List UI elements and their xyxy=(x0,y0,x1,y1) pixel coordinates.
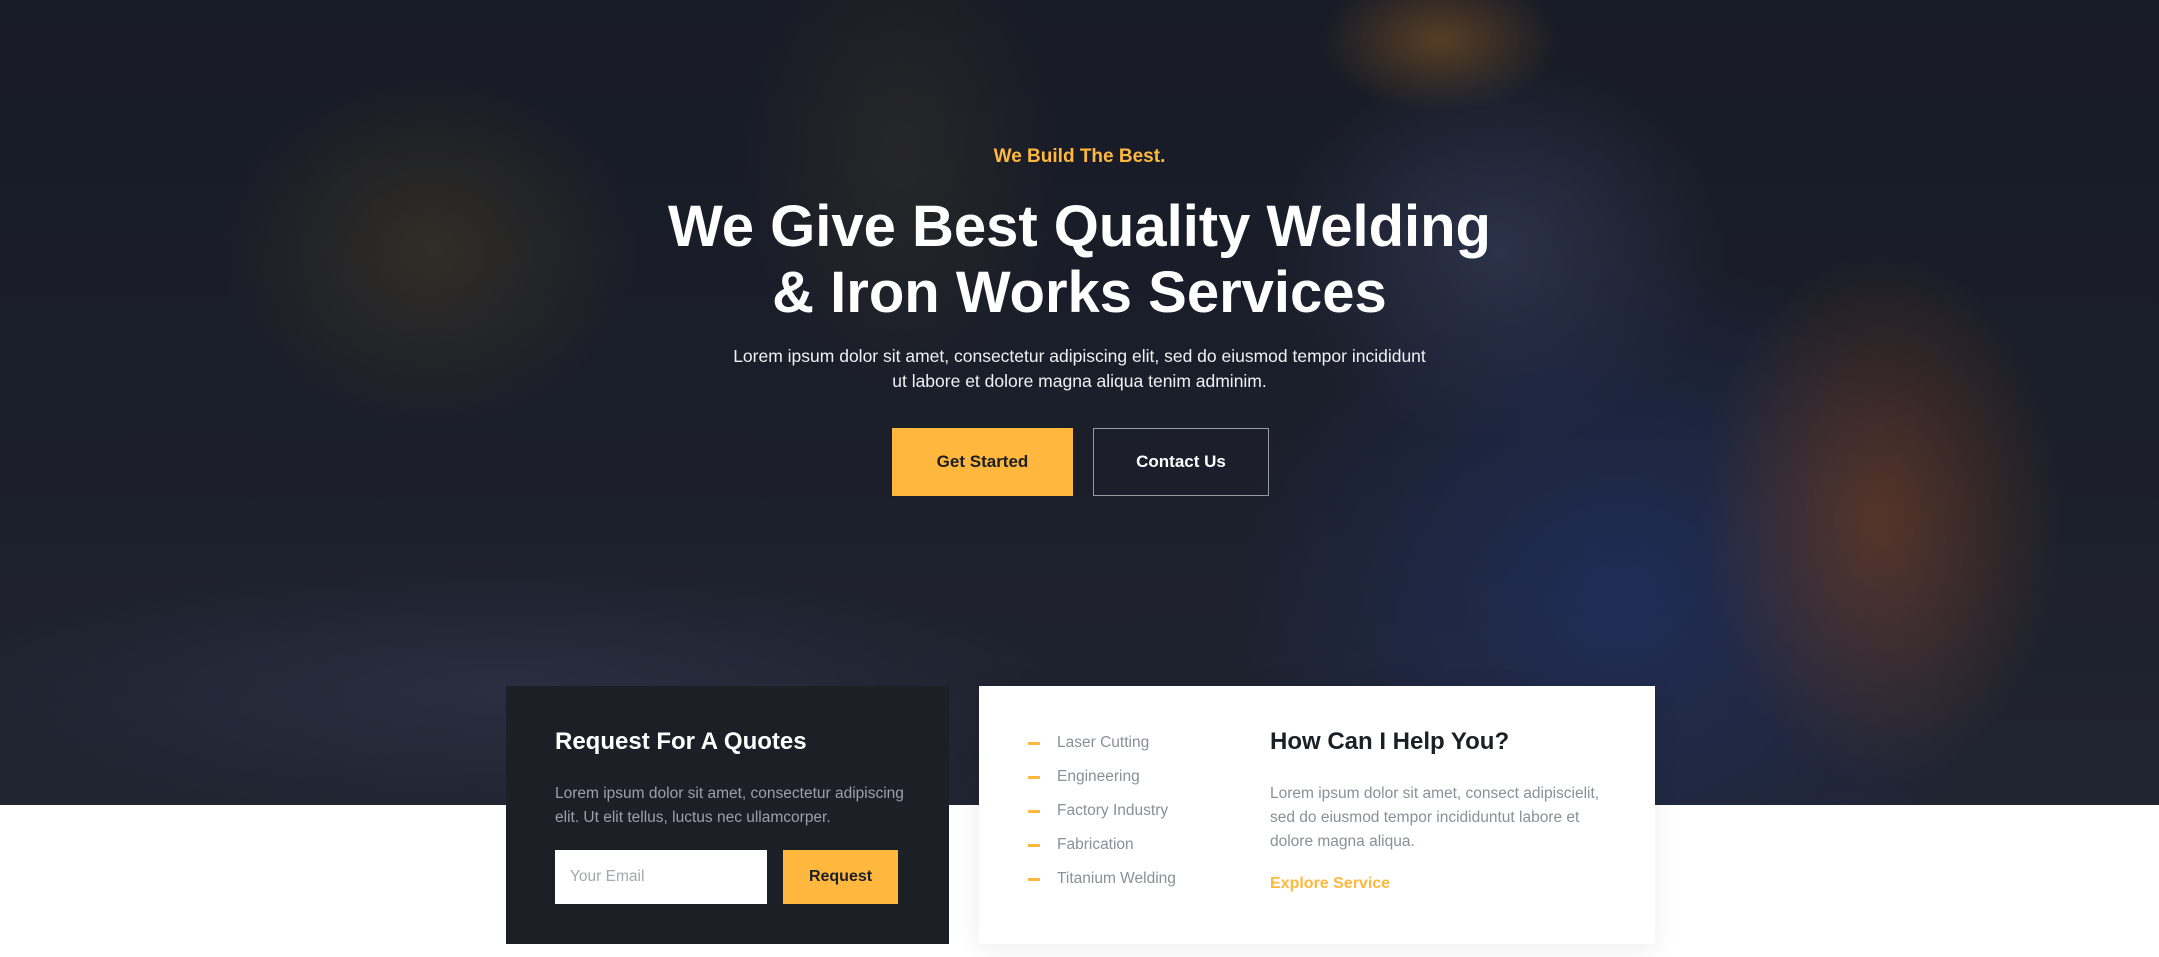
hero-title: We Give Best Quality Welding & Iron Work… xyxy=(0,194,2159,326)
hero-tagline: We Build The Best. xyxy=(993,146,1166,167)
hero-title-line1: We Give Best Quality Welding xyxy=(668,194,1491,259)
hero-subtitle: Lorem ipsum dolor sit amet, consectetur … xyxy=(0,344,2159,394)
hero-subtitle-line1: Lorem ipsum dolor sit amet, consectetur … xyxy=(733,346,1426,366)
contact-us-button[interactable]: Contact Us xyxy=(1093,428,1269,496)
service-item-titanium-welding[interactable]: Titanium Welding xyxy=(1028,862,1176,896)
service-item-label: Engineering xyxy=(1057,768,1140,785)
service-item-label: Titanium Welding xyxy=(1057,870,1176,887)
service-item-label: Factory Industry xyxy=(1057,802,1169,819)
service-item-factory-industry[interactable]: Factory Industry xyxy=(1028,794,1176,828)
help-card-title: How Can I Help You? xyxy=(1270,728,1510,755)
request-button[interactable]: Request xyxy=(783,850,898,904)
dash-icon xyxy=(1028,843,1040,847)
service-item-label: Laser Cutting xyxy=(1057,734,1150,751)
explore-service-link[interactable]: Explore Service xyxy=(1270,875,1390,893)
dash-icon xyxy=(1028,877,1040,881)
service-list: Laser Cutting Engineering Factory Indust… xyxy=(1028,726,1176,896)
dash-icon xyxy=(1028,775,1040,779)
quote-card-text: Lorem ipsum dolor sit amet, consectetur … xyxy=(555,785,904,826)
hero-section: We Build The Best. We Give Best Quality … xyxy=(0,0,2159,805)
service-item-laser-cutting[interactable]: Laser Cutting xyxy=(1028,726,1176,760)
help-card: Laser Cutting Engineering Factory Indust… xyxy=(979,686,1655,944)
service-item-engineering[interactable]: Engineering xyxy=(1028,760,1176,794)
hero-title-line2: & Iron Works Services xyxy=(772,260,1387,325)
dash-icon xyxy=(1028,741,1040,745)
service-item-label: Fabrication xyxy=(1057,836,1134,853)
quote-card-title: Request For A Quotes xyxy=(555,728,807,755)
hero-subtitle-line2: ut labore et dolore magna aliqua tenim a… xyxy=(892,371,1267,391)
request-quote-card: Request For A Quotes Lorem ipsum dolor s… xyxy=(506,686,949,944)
email-input[interactable] xyxy=(555,850,767,904)
service-item-fabrication[interactable]: Fabrication xyxy=(1028,828,1176,862)
help-card-text: Lorem ipsum dolor sit amet, consect adip… xyxy=(1270,785,1600,850)
get-started-button[interactable]: Get Started xyxy=(892,428,1073,496)
dash-icon xyxy=(1028,809,1040,813)
